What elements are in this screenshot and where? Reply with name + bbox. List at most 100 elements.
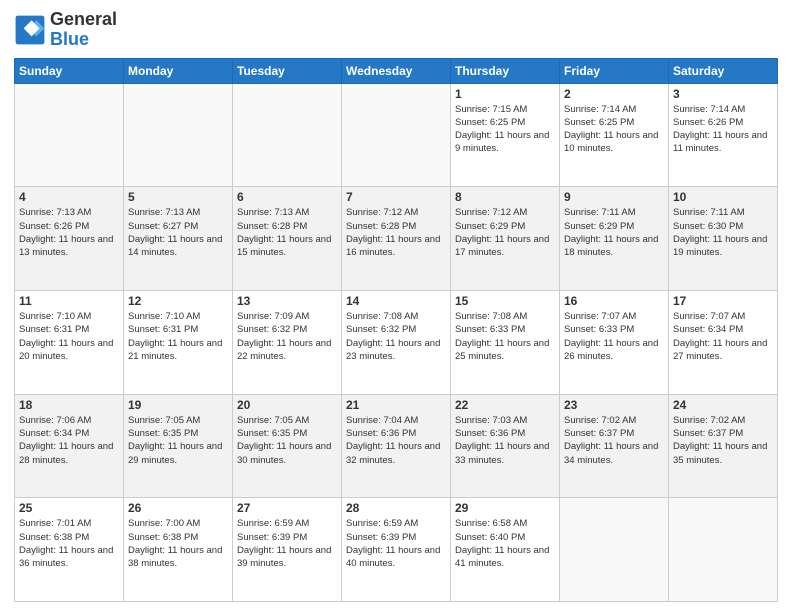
logo-line2: Blue — [50, 30, 117, 50]
day-info: Sunrise: 7:13 AM Sunset: 6:26 PM Dayligh… — [19, 206, 119, 259]
day-info: Sunrise: 7:05 AM Sunset: 6:35 PM Dayligh… — [128, 414, 228, 467]
day-info: Sunrise: 7:11 AM Sunset: 6:30 PM Dayligh… — [673, 206, 773, 259]
calendar-header-monday: Monday — [124, 58, 233, 83]
day-info: Sunrise: 7:13 AM Sunset: 6:28 PM Dayligh… — [237, 206, 337, 259]
calendar-day: 9 Sunrise: 7:11 AM Sunset: 6:29 PM Daylig… — [560, 187, 669, 291]
day-info: Sunrise: 7:07 AM Sunset: 6:34 PM Dayligh… — [673, 310, 773, 363]
day-info: Sunrise: 7:12 AM Sunset: 6:29 PM Dayligh… — [455, 206, 555, 259]
calendar-day: 27 Sunrise: 6:59 AM Sunset: 6:39 PM Dayli… — [233, 498, 342, 602]
calendar-day: 5 Sunrise: 7:13 AM Sunset: 6:27 PM Daylig… — [124, 187, 233, 291]
calendar-week-row: 18Sunrise: 7:06 AM Sunset: 6:34 PM Dayli… — [15, 394, 778, 498]
calendar-day: 23 Sunrise: 7:02 AM Sunset: 6:37 PM Dayli… — [560, 394, 669, 498]
day-info: Sunrise: 7:14 AM Sunset: 6:25 PM Dayligh… — [564, 103, 664, 156]
day-info: Sunrise: 7:11 AM Sunset: 6:29 PM Dayligh… — [564, 206, 664, 259]
calendar-day: 3 Sunrise: 7:14 AM Sunset: 6:26 PM Daylig… — [669, 83, 778, 187]
calendar-day: 20 Sunrise: 7:05 AM Sunset: 6:35 PM Dayli… — [233, 394, 342, 498]
day-number: 15 — [455, 294, 555, 308]
day-info: Sunrise: 6:58 AM Sunset: 6:40 PM Dayligh… — [455, 517, 555, 570]
logo: General Blue — [14, 10, 117, 50]
calendar-table: SundayMondayTuesdayWednesdayThursdayFrid… — [14, 58, 778, 602]
day-number: 21 — [346, 398, 446, 412]
logo-icon — [14, 14, 46, 46]
day-info: Sunrise: 7:05 AM Sunset: 6:35 PM Dayligh… — [237, 414, 337, 467]
day-info: Sunrise: 6:59 AM Sunset: 6:39 PM Dayligh… — [346, 517, 446, 570]
calendar-day: 16Sunrise: 7:07 AM Sunset: 6:33 PM Dayli… — [560, 290, 669, 394]
day-info: Sunrise: 7:04 AM Sunset: 6:36 PM Dayligh… — [346, 414, 446, 467]
day-number: 2 — [564, 87, 664, 101]
calendar-day: 13 Sunrise: 7:09 AM Sunset: 6:32 PM Dayli… — [233, 290, 342, 394]
calendar-day: 28 Sunrise: 6:59 AM Sunset: 6:39 PM Dayli… — [342, 498, 451, 602]
day-number: 3 — [673, 87, 773, 101]
day-number: 22 — [455, 398, 555, 412]
day-number: 25 — [19, 501, 119, 515]
calendar-day: 14 Sunrise: 7:08 AM Sunset: 6:32 PM Dayli… — [342, 290, 451, 394]
day-info: Sunrise: 7:09 AM Sunset: 6:32 PM Dayligh… — [237, 310, 337, 363]
day-info: Sunrise: 7:12 AM Sunset: 6:28 PM Dayligh… — [346, 206, 446, 259]
calendar-day: 19 Sunrise: 7:05 AM Sunset: 6:35 PM Dayli… — [124, 394, 233, 498]
day-info: Sunrise: 7:08 AM Sunset: 6:32 PM Dayligh… — [346, 310, 446, 363]
day-number: 7 — [346, 190, 446, 204]
calendar-day: 11 Sunrise: 7:10 AM Sunset: 6:31 PM Dayli… — [15, 290, 124, 394]
day-number: 27 — [237, 501, 337, 515]
calendar-day: 7 Sunrise: 7:12 AM Sunset: 6:28 PM Daylig… — [342, 187, 451, 291]
calendar-day: 18Sunrise: 7:06 AM Sunset: 6:34 PM Dayli… — [15, 394, 124, 498]
calendar-week-row: 1Sunrise: 7:15 AM Sunset: 6:25 PM Daylig… — [15, 83, 778, 187]
day-number: 19 — [128, 398, 228, 412]
day-number: 29 — [455, 501, 555, 515]
day-number: 5 — [128, 190, 228, 204]
calendar-day — [560, 498, 669, 602]
day-number: 6 — [237, 190, 337, 204]
calendar-day: 1Sunrise: 7:15 AM Sunset: 6:25 PM Daylig… — [451, 83, 560, 187]
calendar-day — [15, 83, 124, 187]
day-info: Sunrise: 7:13 AM Sunset: 6:27 PM Dayligh… — [128, 206, 228, 259]
day-number: 8 — [455, 190, 555, 204]
day-number: 20 — [237, 398, 337, 412]
logo-text: General Blue — [50, 10, 117, 50]
day-info: Sunrise: 6:59 AM Sunset: 6:39 PM Dayligh… — [237, 517, 337, 570]
calendar-header-thursday: Thursday — [451, 58, 560, 83]
day-info: Sunrise: 7:01 AM Sunset: 6:38 PM Dayligh… — [19, 517, 119, 570]
calendar-week-row: 11 Sunrise: 7:10 AM Sunset: 6:31 PM Dayli… — [15, 290, 778, 394]
calendar-day: 4 Sunrise: 7:13 AM Sunset: 6:26 PM Daylig… — [15, 187, 124, 291]
day-number: 18 — [19, 398, 119, 412]
day-number: 26 — [128, 501, 228, 515]
calendar-day: 29 Sunrise: 6:58 AM Sunset: 6:40 PM Dayli… — [451, 498, 560, 602]
day-number: 11 — [19, 294, 119, 308]
day-info: Sunrise: 7:02 AM Sunset: 6:37 PM Dayligh… — [564, 414, 664, 467]
day-number: 24 — [673, 398, 773, 412]
calendar-day — [233, 83, 342, 187]
day-info: Sunrise: 7:14 AM Sunset: 6:26 PM Dayligh… — [673, 103, 773, 156]
day-number: 9 — [564, 190, 664, 204]
day-info: Sunrise: 7:10 AM Sunset: 6:31 PM Dayligh… — [128, 310, 228, 363]
day-info: Sunrise: 7:15 AM Sunset: 6:25 PM Dayligh… — [455, 103, 555, 156]
calendar-day — [342, 83, 451, 187]
calendar-week-row: 25 Sunrise: 7:01 AM Sunset: 6:38 PM Dayli… — [15, 498, 778, 602]
header: General Blue — [14, 10, 778, 50]
day-number: 16 — [564, 294, 664, 308]
day-number: 14 — [346, 294, 446, 308]
calendar-day: 21 Sunrise: 7:04 AM Sunset: 6:36 PM Dayli… — [342, 394, 451, 498]
calendar-header-wednesday: Wednesday — [342, 58, 451, 83]
calendar-day: 15 Sunrise: 7:08 AM Sunset: 6:33 PM Dayli… — [451, 290, 560, 394]
calendar-day: 12Sunrise: 7:10 AM Sunset: 6:31 PM Dayli… — [124, 290, 233, 394]
day-info: Sunrise: 7:02 AM Sunset: 6:37 PM Dayligh… — [673, 414, 773, 467]
day-info: Sunrise: 7:03 AM Sunset: 6:36 PM Dayligh… — [455, 414, 555, 467]
calendar-day: 8 Sunrise: 7:12 AM Sunset: 6:29 PM Daylig… — [451, 187, 560, 291]
day-number: 13 — [237, 294, 337, 308]
day-info: Sunrise: 7:10 AM Sunset: 6:31 PM Dayligh… — [19, 310, 119, 363]
day-info: Sunrise: 7:08 AM Sunset: 6:33 PM Dayligh… — [455, 310, 555, 363]
calendar-header-tuesday: Tuesday — [233, 58, 342, 83]
calendar-day: 2 Sunrise: 7:14 AM Sunset: 6:25 PM Daylig… — [560, 83, 669, 187]
day-number: 28 — [346, 501, 446, 515]
day-number: 4 — [19, 190, 119, 204]
calendar-day: 17 Sunrise: 7:07 AM Sunset: 6:34 PM Dayli… — [669, 290, 778, 394]
calendar-day: 24 Sunrise: 7:02 AM Sunset: 6:37 PM Dayli… — [669, 394, 778, 498]
day-number: 23 — [564, 398, 664, 412]
day-number: 17 — [673, 294, 773, 308]
calendar-week-row: 4 Sunrise: 7:13 AM Sunset: 6:26 PM Daylig… — [15, 187, 778, 291]
calendar-header-friday: Friday — [560, 58, 669, 83]
page: General Blue SundayMondayTuesdayWednesda… — [0, 0, 792, 612]
calendar-day: 6 Sunrise: 7:13 AM Sunset: 6:28 PM Daylig… — [233, 187, 342, 291]
calendar-day: 10Sunrise: 7:11 AM Sunset: 6:30 PM Dayli… — [669, 187, 778, 291]
logo-line1: General — [50, 10, 117, 30]
